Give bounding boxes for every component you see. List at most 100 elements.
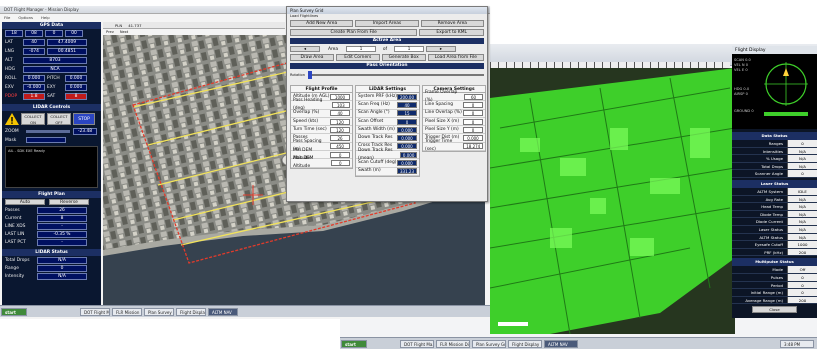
readout-row: GROUND 0 — [734, 109, 754, 113]
remove-area-button[interactable]: Remove Area — [420, 20, 484, 27]
zoom-row: ZOOM -23.48 — [2, 127, 101, 136]
menu-item[interactable]: File — [4, 15, 10, 20]
taskbar-item[interactable]: FLR Mission Display — [436, 340, 470, 348]
taskbar-item[interactable]: ALTM NAV — [544, 340, 578, 348]
reverse-button[interactable]: Reverse — [49, 199, 89, 205]
warning-icon — [5, 113, 19, 125]
rotation-slider[interactable] — [308, 70, 484, 79]
menu-item[interactable]: Help — [41, 15, 50, 20]
status-row: Laser Status N/A — [732, 225, 817, 234]
of-label: of — [382, 46, 388, 52]
gps-box: 18 — [5, 30, 23, 37]
flight-display-title: Flight Display — [735, 47, 766, 53]
taskbar-item[interactable]: Flight Display — [176, 308, 206, 316]
next-area-button[interactable]: ▸ — [426, 46, 456, 52]
camera-settings-box: Camera Settings Frame Overlap (%) 60 Line… — [422, 85, 486, 152]
plan-dialog: Plan Survey Grid Load Flightlines Add Ne… — [286, 6, 488, 202]
control-panel: GPS Data 18 08 0 00 LAT 40 47.4009 LNG -074… — [2, 22, 101, 305]
readout-row: AIRSP 0 — [734, 92, 748, 96]
mask-dropdown[interactable] — [26, 137, 66, 143]
gps-box: 08 — [25, 30, 43, 37]
multipulse-status-header: Multipulse Status — [732, 258, 817, 267]
pass-orientation-header: Pass Orientation — [290, 63, 484, 69]
generate-box-button[interactable]: Generate Box — [381, 54, 426, 61]
status-row: Total Drops N/A — [732, 162, 817, 171]
taskbar-item[interactable]: FLR Mission Display — [112, 308, 142, 316]
rotation-slider-thumb[interactable] — [308, 70, 313, 79]
plan-top-buttons: Add New Area Import Areas Remove Area — [287, 19, 487, 28]
gps-row: HDG NCA — [2, 65, 101, 74]
collect-off-button[interactable]: COLLECT OFF — [47, 113, 71, 125]
gps-box: 00 — [65, 30, 83, 37]
taskbar-item[interactable]: DOT Flight Ma... — [400, 340, 434, 348]
status-row: Avg Rate N/A — [732, 195, 817, 204]
param-row: Trigger Time (sec) 18.274 — [423, 139, 485, 152]
lidar-scale-bar — [498, 322, 528, 326]
area-nav: ◂ Area 1 of 1 ▸ — [287, 45, 487, 53]
taskbar-item[interactable]: Plan Survey Grid — [472, 340, 506, 348]
map-subtab[interactable]: Next — [120, 30, 128, 34]
map-tab-value: 41.737 — [128, 22, 142, 28]
status-row: Eyesafe Cutoff 1000 — [732, 241, 817, 249]
menu-item[interactable]: Options — [18, 15, 33, 20]
status-stack: Data Status Ranges 0 Intensities N/A % Usa… — [732, 132, 817, 314]
status-row: Initial Range (m) 0 — [732, 289, 817, 297]
map-subtab[interactable]: Prev — [106, 30, 114, 34]
status-row: Head Temp N/A — [732, 203, 817, 211]
start-button[interactable]: start — [341, 340, 367, 348]
start-button[interactable]: start — [1, 308, 27, 316]
draw-area-button[interactable]: Draw Area — [290, 54, 334, 61]
zoom-slider[interactable] — [26, 130, 70, 133]
lidar-controls-header: LIDAR Controls — [2, 104, 101, 111]
flight-plan-header: Flight Plan — [2, 191, 101, 198]
collect-on-button[interactable]: COLLECT ON — [21, 113, 45, 125]
stop-button[interactable]: STOP — [73, 113, 95, 125]
close-button[interactable]: Close — [752, 306, 797, 314]
auto-button[interactable]: Auto — [5, 199, 45, 205]
param-row: Swath (m) 331.23 — [356, 168, 419, 176]
taskbar-item[interactable]: Plan Survey Grid — [144, 308, 174, 316]
gps-row: LAT 40 47.4009 — [2, 38, 101, 47]
import-areas-button[interactable]: Import Areas — [355, 20, 419, 27]
scan-bar — [764, 112, 808, 116]
lidar-control-buttons: COLLECT ON COLLECT OFF STOP — [2, 111, 101, 127]
load-area-button[interactable]: Load Area from File — [427, 54, 484, 61]
data-status-header: Data Status — [732, 132, 817, 140]
status-row: Ranges 0 — [732, 140, 817, 148]
status-row: Average Range (m) 200 — [732, 296, 817, 305]
param-row: Max DEM Altitude 0 — [291, 156, 352, 169]
active-area-header: Active Area — [290, 38, 484, 44]
edit-corners-button[interactable]: Edit Corners — [335, 54, 380, 61]
taskbar-item[interactable]: ALTM NAV — [208, 308, 238, 316]
left-window-title: DOT Flight Manager - Mission Display — [4, 7, 79, 12]
instrument-area: SCAN 0.0 VEL N 0 VEL E 0 HDG 0.0 AIRSP 0… — [732, 54, 817, 129]
left-monitor: DOT Flight Manager - Mission Display Fil… — [0, 6, 490, 319]
taskbar-item[interactable]: Flight Display — [508, 340, 542, 348]
attitude-row: ROLL 0.000 PITCH 0.000 — [2, 74, 101, 83]
gps-box: 0 — [45, 30, 63, 37]
area-value: 1 — [346, 46, 376, 52]
create-plan-button[interactable]: Create Plan From File — [290, 29, 418, 36]
flight-plan-row: LAST PCT - — [2, 238, 101, 246]
flight-plan-row: Current 8 — [2, 214, 101, 222]
lidar-status-row: Total Drops N/A — [2, 256, 101, 264]
prev-area-button[interactable]: ◂ — [290, 46, 320, 52]
mask-row: Mask — [2, 136, 101, 144]
status-row: ALTM Status N/A — [732, 233, 817, 242]
gps-header: GPS Data — [2, 22, 101, 29]
add-area-button[interactable]: Add New Area — [290, 20, 354, 27]
plan-dialog-title: Plan Survey Grid — [290, 8, 324, 13]
left-taskbar: start DOT Flight Ma... FLR Mission Displ… — [0, 305, 490, 317]
status-row: Period 0 — [732, 281, 817, 290]
export-kml-button[interactable]: Export to KML — [419, 29, 484, 36]
lidar-status-row: Intensity N/A — [2, 272, 101, 280]
taskbar-item[interactable]: DOT Flight Ma... — [80, 308, 110, 316]
gps-row: ALT 8703 — [2, 56, 101, 65]
flight-plan-row: Passes 26 — [2, 206, 101, 214]
map-tab[interactable]: PLN — [115, 23, 122, 28]
readout-list: SCAN 0.0 VEL N 0 VEL E 0 HDG 0.0 AIRSP 0… — [734, 58, 762, 114]
lidar-map[interactable] — [490, 68, 735, 334]
flight-profile-box: Flight Profile Altitude (m AGL) 1000 Pass… — [290, 85, 353, 169]
heading-compass-icon — [764, 62, 808, 106]
plan-dialog-titlebar: Plan Survey Grid — [287, 7, 487, 14]
